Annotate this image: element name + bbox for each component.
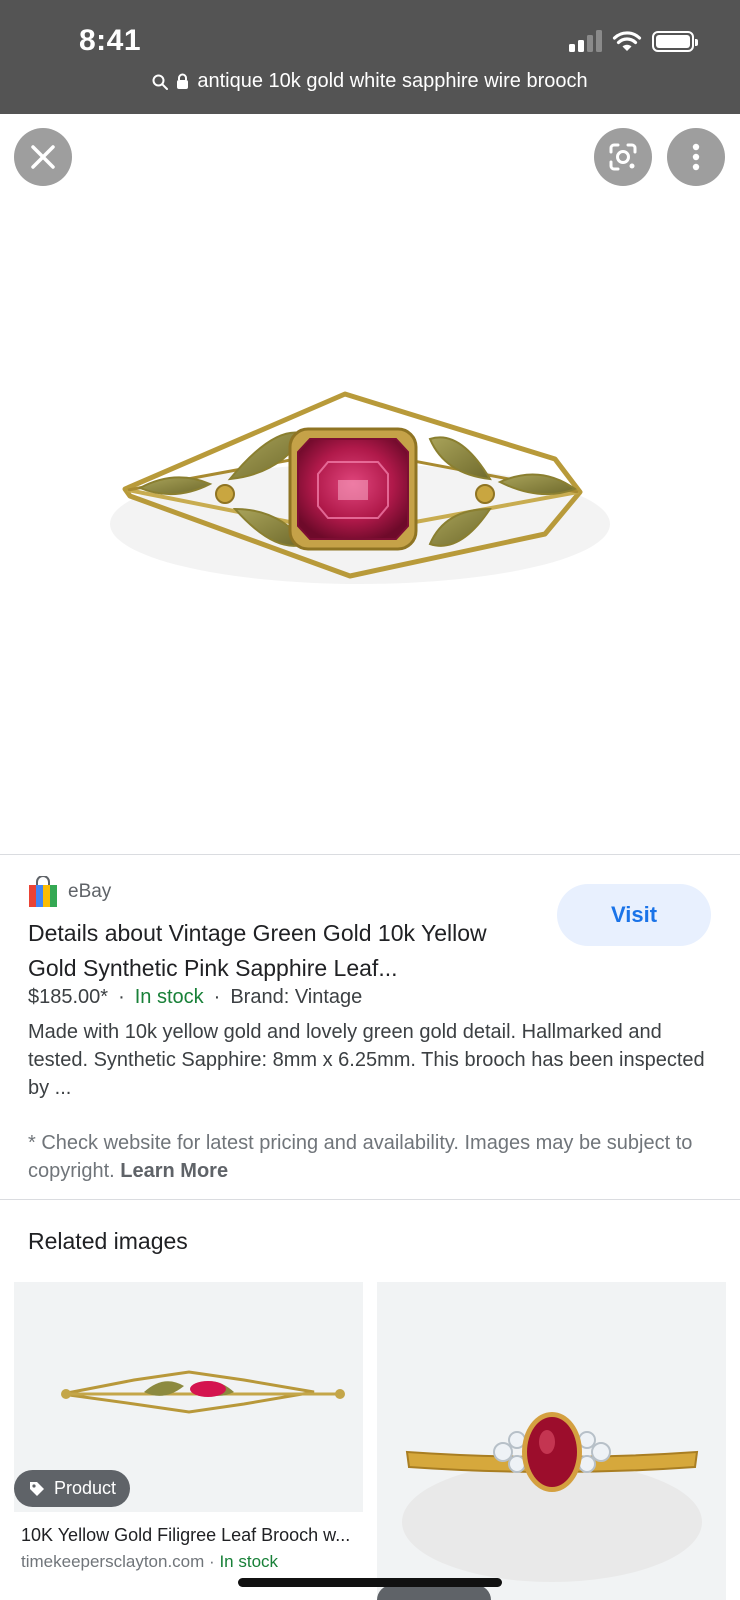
search-icon <box>152 74 169 90</box>
google-lens-button[interactable] <box>594 128 652 186</box>
section-divider <box>0 1199 740 1200</box>
lock-icon <box>177 73 189 89</box>
source-name: eBay <box>68 881 112 902</box>
battery-icon <box>652 30 698 52</box>
product-badge-label: Product <box>54 1478 117 1498</box>
shopping-bag-icon <box>29 876 57 907</box>
meta-separator: · <box>118 986 125 1008</box>
close-button[interactable] <box>14 128 72 186</box>
related-ring-image <box>402 1412 702 1582</box>
url-text: antique 10k gold white sapphire wire bro… <box>197 70 588 92</box>
related-item-site: timekeepersclayton.com <box>21 1552 205 1571</box>
status-icons <box>569 30 698 52</box>
home-indicator[interactable] <box>238 1578 502 1587</box>
related-images-heading: Related images <box>28 1228 188 1254</box>
learn-more-link[interactable]: Learn More <box>120 1160 228 1182</box>
visit-button[interactable]: Visit <box>557 884 711 946</box>
price: $185.00* <box>28 986 109 1008</box>
url-bar[interactable]: antique 10k gold white sapphire wire bro… <box>0 70 740 93</box>
result-source[interactable]: eBay <box>28 876 111 908</box>
brand: Brand: Vintage <box>230 986 363 1008</box>
close-icon <box>31 145 55 169</box>
status-time: 8:41 <box>79 24 142 57</box>
related-item-availability: In stock <box>219 1552 279 1571</box>
brooch-image <box>110 391 610 584</box>
disclaimer: * Check website for latest pricing and a… <box>28 1129 718 1185</box>
product-badge: Product <box>14 1470 131 1507</box>
result-meta: $185.00* · In stock · Brand: Vintage <box>28 986 362 1009</box>
viewer-divider <box>0 854 740 855</box>
related-item-title[interactable]: 10K Yellow Gold Filigree Leaf Brooch w..… <box>21 1525 350 1546</box>
image-viewer <box>0 114 740 854</box>
cellular-signal-icon <box>569 30 602 52</box>
google-lens-icon <box>609 143 637 171</box>
related-item-source: timekeepersclayton.com · In stock <box>21 1552 278 1572</box>
tag-icon <box>30 1481 44 1496</box>
more-vert-icon <box>692 143 700 171</box>
availability: In stock <box>134 986 204 1008</box>
browser-top-bar: 8:41 antique 10k gold white sapphire wir… <box>0 0 740 114</box>
more-options-button[interactable] <box>667 128 725 186</box>
result-description: Made with 10k yellow gold and lovely gre… <box>28 1021 705 1099</box>
related-image-tile[interactable] <box>377 1282 726 1600</box>
product-badge <box>377 1585 491 1600</box>
related-item-separator: · <box>209 1552 215 1571</box>
meta-separator: · <box>213 986 221 1008</box>
wifi-icon <box>612 31 642 51</box>
result-title[interactable]: Details about Vintage Green Gold 10k Yel… <box>28 916 538 986</box>
